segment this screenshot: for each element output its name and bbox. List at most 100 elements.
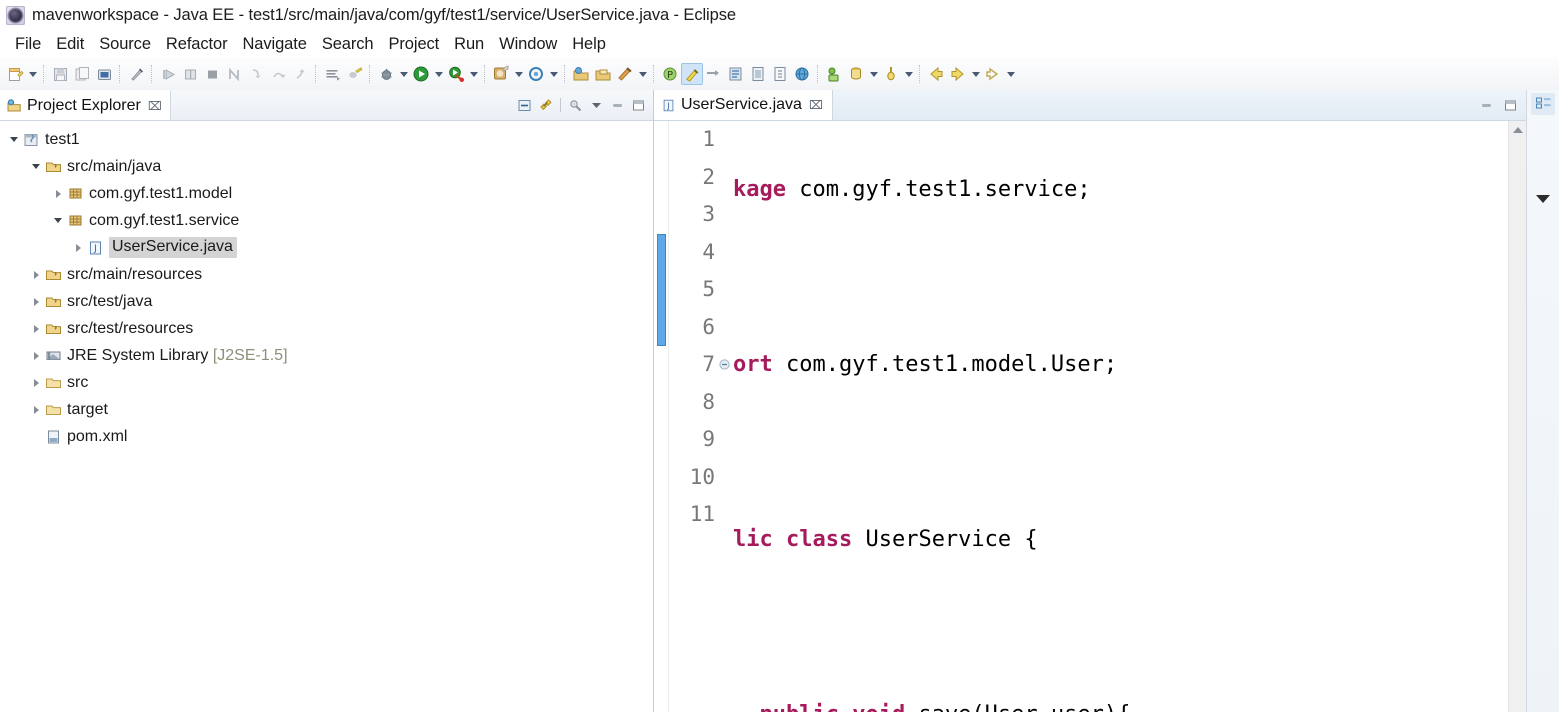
save-all-icon[interactable] (71, 63, 93, 85)
menu-source[interactable]: Source (92, 34, 159, 55)
new-sql-dropdown-icon[interactable] (867, 63, 880, 85)
code-editor[interactable]: 1 2 3 4 5 6 7 8 9 10 11 kage com.gyf.tes… (654, 121, 1526, 712)
code-line[interactable]: public void save(User user){ (733, 696, 1508, 712)
menu-navigate[interactable]: Navigate (235, 34, 314, 55)
disconnect-icon[interactable] (223, 63, 245, 85)
tree-item-src[interactable]: src (0, 369, 653, 396)
external-tools-dropdown-icon[interactable] (467, 63, 480, 85)
menu-window[interactable]: Window (492, 34, 565, 55)
web-browser-icon[interactable] (791, 63, 813, 85)
chevron-down-icon[interactable] (50, 207, 66, 234)
tree-item-pom-xml[interactable]: pom.xml (0, 423, 653, 450)
new-ejb-icon[interactable] (747, 63, 769, 85)
forward-icon[interactable] (947, 63, 969, 85)
pin-editor-dropdown-icon[interactable] (902, 63, 915, 85)
chevron-down-icon[interactable] (6, 126, 22, 153)
new-wizard-dropdown-icon[interactable] (26, 63, 39, 85)
code-line[interactable] (733, 259, 1508, 297)
new-annotation-icon[interactable]: P (659, 63, 681, 85)
new-package-dropdown-icon[interactable] (547, 63, 560, 85)
chevron-right-icon[interactable] (28, 261, 44, 288)
fold-collapse-icon[interactable] (718, 358, 731, 371)
tree-item-src-test-resources[interactable]: src/test/resources (0, 315, 653, 342)
menu-refactor[interactable]: Refactor (159, 34, 236, 55)
maximize-icon[interactable] (629, 96, 648, 115)
new-java-project-icon[interactable] (490, 63, 512, 85)
code-line[interactable] (733, 434, 1508, 472)
chevron-right-icon[interactable] (28, 396, 44, 423)
skip-breakpoints-icon[interactable] (703, 63, 725, 85)
chevron-right-icon[interactable] (28, 342, 44, 369)
menu-search[interactable]: Search (315, 34, 382, 55)
chevron-right-icon[interactable] (70, 234, 86, 261)
folding-ruler[interactable] (717, 121, 733, 712)
run-icon[interactable] (410, 63, 432, 85)
new-servlet-icon[interactable] (725, 63, 747, 85)
new-connection-icon[interactable] (823, 63, 845, 85)
search-dropdown-icon[interactable] (636, 63, 649, 85)
maximize-icon[interactable] (1502, 97, 1519, 114)
new-wizard-icon[interactable] (4, 63, 26, 85)
menu-edit[interactable]: Edit (49, 34, 92, 55)
chevron-right-icon[interactable] (50, 180, 66, 207)
tab-userservice-java[interactable]: J UserService.java ⌧ (654, 90, 833, 120)
code-line[interactable]: kage com.gyf.test1.service; (733, 171, 1508, 209)
step-over-icon[interactable] (267, 63, 289, 85)
print-icon[interactable] (93, 63, 115, 85)
chevron-right-icon[interactable] (28, 369, 44, 396)
debug-dropdown-icon[interactable] (397, 63, 410, 85)
editor-vertical-scrollbar[interactable] (1508, 121, 1526, 712)
tree-item-userservice-java[interactable]: J UserService.java (0, 234, 653, 261)
link-with-editor-icon[interactable] (536, 96, 555, 115)
tree-item-src-main-java[interactable]: src/main/java (0, 153, 653, 180)
close-icon[interactable]: ⌧ (148, 100, 162, 112)
step-into-icon[interactable] (245, 63, 267, 85)
tree-item-src-main-resources[interactable]: src/main/resources (0, 261, 653, 288)
tree-item-target[interactable]: target (0, 396, 653, 423)
run-external-tools-icon[interactable] (445, 63, 467, 85)
step-return-icon[interactable] (289, 63, 311, 85)
close-icon[interactable]: ⌧ (809, 99, 823, 111)
run-ant-icon[interactable] (343, 63, 365, 85)
menu-help[interactable]: Help (565, 34, 614, 55)
tree-item-jre-system-library[interactable]: JRE System Library [J2SE-1.5] (0, 342, 653, 369)
open-task-icon[interactable] (592, 63, 614, 85)
collapse-all-icon[interactable] (515, 96, 534, 115)
next-annotation-icon[interactable] (982, 63, 1004, 85)
chevron-down-icon[interactable] (28, 153, 44, 180)
focus-on-active-task-icon[interactable] (566, 96, 585, 115)
debug-icon[interactable] (375, 63, 397, 85)
view-menu-icon[interactable] (587, 96, 606, 115)
new-java-project-dropdown-icon[interactable] (512, 63, 525, 85)
save-icon[interactable] (49, 63, 71, 85)
chevron-right-icon[interactable] (28, 288, 44, 315)
minimize-icon[interactable] (608, 96, 627, 115)
outline-view-icon[interactable] (1531, 93, 1555, 115)
code-line[interactable]: lic class UserService { (733, 521, 1508, 559)
scroll-up-icon[interactable] (1512, 127, 1523, 133)
menu-file[interactable]: File (8, 34, 49, 55)
new-package-icon[interactable] (525, 63, 547, 85)
next-annotation-dropdown-icon[interactable] (1004, 63, 1017, 85)
tree-item-src-test-java[interactable]: src/test/java (0, 288, 653, 315)
terminate-icon[interactable] (201, 63, 223, 85)
pin-editor-icon[interactable] (880, 63, 902, 85)
code-line[interactable]: ort com.gyf.test1.model.User; (733, 346, 1508, 384)
console-icon[interactable] (321, 63, 343, 85)
menu-project[interactable]: Project (382, 34, 448, 55)
run-dropdown-icon[interactable] (432, 63, 445, 85)
back-icon[interactable] (925, 63, 947, 85)
chevron-right-icon[interactable] (28, 315, 44, 342)
new-jsp-icon[interactable] (769, 63, 791, 85)
tree-item-package-service[interactable]: com.gyf.test1.service (0, 207, 653, 234)
change-ruler[interactable] (654, 121, 669, 712)
menu-run[interactable]: Run (447, 34, 492, 55)
tree-item-test1[interactable]: test1 (0, 126, 653, 153)
tab-project-explorer[interactable]: Project Explorer ⌧ (0, 90, 171, 120)
chevron-down-icon[interactable] (1536, 195, 1550, 203)
toggle-mark-occurrences-icon[interactable] (681, 63, 703, 85)
resume-icon[interactable] (157, 63, 179, 85)
search-icon[interactable] (614, 63, 636, 85)
forward-dropdown-icon[interactable] (969, 63, 982, 85)
code-text[interactable]: kage com.gyf.test1.service; ort com.gyf.… (733, 121, 1508, 712)
